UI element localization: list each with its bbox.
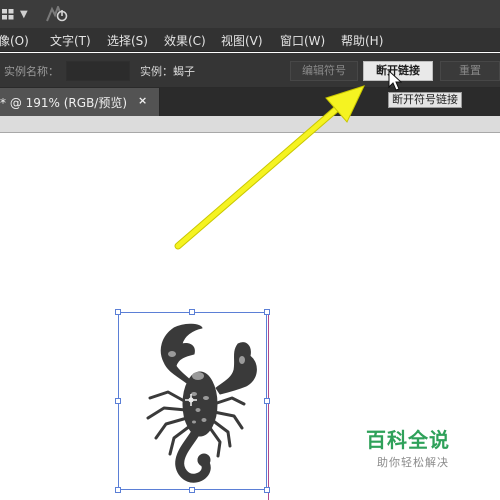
annotation-arrow [174, 85, 365, 250]
watermark: 百科全说 助你轻松解决 [366, 428, 460, 470]
watermark-subtitle: 助你轻松解决 [377, 456, 449, 469]
pointer-cursor-icon [388, 70, 402, 91]
watermark-title: 百科全说 [366, 428, 450, 452]
